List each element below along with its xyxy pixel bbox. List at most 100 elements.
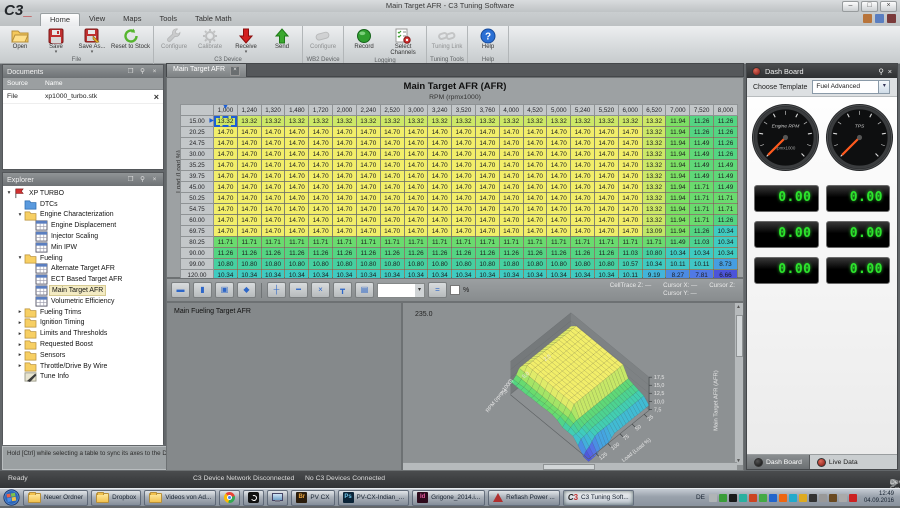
cell-8-14[interactable]: 14.70 <box>547 204 571 215</box>
cell-9-11[interactable]: 14.70 <box>475 215 499 226</box>
cell-8-9[interactable]: 14.70 <box>428 204 452 215</box>
cell-9-19[interactable]: 11.94 <box>666 215 690 226</box>
cell-11-21[interactable]: 10.34 <box>714 237 738 248</box>
cell-2-3[interactable]: 14.70 <box>285 138 309 149</box>
cell-8-11[interactable]: 14.70 <box>475 204 499 215</box>
cell-6-13[interactable]: 14.70 <box>523 182 547 193</box>
column-header-1-240[interactable]: 1,240 <box>237 105 261 116</box>
cell-7-3[interactable]: 14.70 <box>285 193 309 204</box>
record-button[interactable]: Record <box>346 27 382 57</box>
cell-13-10[interactable]: 10.80 <box>452 259 476 270</box>
cell-7-1[interactable]: 14.70 <box>237 193 261 204</box>
cell-1-17[interactable]: 14.70 <box>618 127 642 138</box>
cell-5-19[interactable]: 11.94 <box>666 171 690 182</box>
cell-4-8[interactable]: 14.70 <box>404 160 428 171</box>
cell-2-18[interactable]: 13.32 <box>642 138 666 149</box>
cell-8-16[interactable]: 14.70 <box>595 204 619 215</box>
cell-10-18[interactable]: 13.09 <box>642 226 666 237</box>
cell-13-20[interactable]: 10.11 <box>690 259 714 270</box>
cell-10-12[interactable]: 14.70 <box>499 226 523 237</box>
column-header-6-520[interactable]: 6,520 <box>642 105 666 116</box>
tray-icon-8[interactable] <box>779 494 787 502</box>
cell-6-20[interactable]: 11.71 <box>690 182 714 193</box>
cell-2-11[interactable]: 14.70 <box>475 138 499 149</box>
cell-4-3[interactable]: 14.70 <box>285 160 309 171</box>
cell-5-15[interactable]: 14.70 <box>571 171 595 182</box>
cell-1-19[interactable]: 11.94 <box>666 127 690 138</box>
tray-icon-5[interactable] <box>749 494 757 502</box>
cell-0-1[interactable]: 13.32 <box>237 116 261 127</box>
cell-7-0[interactable]: 14.70 <box>214 193 238 204</box>
tree-item-alternate-target-afr[interactable]: Alternate Target AFR <box>3 264 163 275</box>
cell-2-14[interactable]: 14.70 <box>547 138 571 149</box>
cell-7-4[interactable]: 14.70 <box>309 193 333 204</box>
cell-3-15[interactable]: 14.70 <box>571 149 595 160</box>
tray-icon-6[interactable] <box>759 494 767 502</box>
row-header-90-00[interactable]: 90.00 <box>181 248 214 259</box>
column-header-5-240[interactable]: 5,240 <box>571 105 595 116</box>
cell-5-21[interactable]: 11.49 <box>714 171 738 182</box>
cell-8-15[interactable]: 14.70 <box>571 204 595 215</box>
cell-5-12[interactable]: 14.70 <box>499 171 523 182</box>
cell-3-20[interactable]: 11.49 <box>690 149 714 160</box>
cell-11-1[interactable]: 11.71 <box>237 237 261 248</box>
cell-7-9[interactable]: 14.70 <box>428 193 452 204</box>
cell-13-17[interactable]: 10.57 <box>618 259 642 270</box>
cell-4-11[interactable]: 14.70 <box>475 160 499 171</box>
cell-0-10[interactable]: 13.32 <box>452 116 476 127</box>
cell-3-19[interactable]: 11.94 <box>666 149 690 160</box>
cell-12-7[interactable]: 11.26 <box>380 248 404 259</box>
cell-4-5[interactable]: 14.70 <box>333 160 357 171</box>
tree-item-injector-scaling[interactable]: Injector Scaling <box>3 231 163 242</box>
cell-0-0[interactable]: 13.32 <box>214 116 238 127</box>
cell-3-21[interactable]: 11.26 <box>714 149 738 160</box>
ribbon-tab-view[interactable]: View <box>80 13 114 26</box>
tree-item-min-ipw[interactable]: Min IPW <box>3 242 163 253</box>
tray-icon-3[interactable] <box>729 494 737 502</box>
row-header-30-00[interactable]: 30.00 <box>181 149 214 160</box>
tree-item-ect-based-target-afr[interactable]: ECT Based Target AFR <box>3 274 163 285</box>
cell-1-18[interactable]: 13.32 <box>642 127 666 138</box>
row-header-35-25[interactable]: 35.25 <box>181 160 214 171</box>
cell-2-7[interactable]: 14.70 <box>380 138 404 149</box>
column-header-4-520[interactable]: 4,520 <box>523 105 547 116</box>
cell-8-8[interactable]: 14.70 <box>404 204 428 215</box>
cell-0-15[interactable]: 13.32 <box>571 116 595 127</box>
cell-0-21[interactable]: 11.26 <box>714 116 738 127</box>
cell-6-6[interactable]: 14.70 <box>356 182 380 193</box>
tab-live-data[interactable]: Live Data <box>810 455 865 469</box>
cell-13-19[interactable]: 10.11 <box>666 259 690 270</box>
cell-4-17[interactable]: 14.70 <box>618 160 642 171</box>
corner-icon-2[interactable] <box>875 14 884 23</box>
toolbar-button-3[interactable]: ▣ <box>215 282 234 298</box>
cell-12-21[interactable]: 10.34 <box>714 248 738 259</box>
cell-6-3[interactable]: 14.70 <box>285 182 309 193</box>
tray-icon-10[interactable] <box>799 494 807 502</box>
cell-1-7[interactable]: 14.70 <box>380 127 404 138</box>
cell-6-8[interactable]: 14.70 <box>404 182 428 193</box>
cell-1-6[interactable]: 14.70 <box>356 127 380 138</box>
close-button[interactable]: × <box>880 1 897 12</box>
column-header-1-000[interactable]: 1,000▼ <box>214 105 238 116</box>
taskbar-item-dropbox[interactable]: Dropbox <box>91 490 141 506</box>
cell-11-17[interactable]: 11.71 <box>618 237 642 248</box>
cell-1-11[interactable]: 14.70 <box>475 127 499 138</box>
cell-13-4[interactable]: 10.80 <box>309 259 333 270</box>
expander-icon[interactable]: ▾ <box>5 190 13 196</box>
cell-1-16[interactable]: 14.70 <box>595 127 619 138</box>
cell-8-6[interactable]: 14.70 <box>356 204 380 215</box>
tree-item-engine-displacement[interactable]: Engine Displacement <box>3 220 163 231</box>
cell-8-7[interactable]: 14.70 <box>380 204 404 215</box>
cell-5-8[interactable]: 14.70 <box>404 171 428 182</box>
cell-10-0[interactable]: 14.70 <box>214 226 238 237</box>
cell-9-21[interactable]: 11.26 <box>714 215 738 226</box>
tray-icon-13[interactable] <box>829 494 837 502</box>
cell-9-9[interactable]: 14.70 <box>428 215 452 226</box>
cell-12-12[interactable]: 11.26 <box>499 248 523 259</box>
cell-4-15[interactable]: 14.70 <box>571 160 595 171</box>
cell-9-3[interactable]: 14.70 <box>285 215 309 226</box>
cell-7-13[interactable]: 14.70 <box>523 193 547 204</box>
cell-7-16[interactable]: 14.70 <box>595 193 619 204</box>
cell-13-11[interactable]: 10.80 <box>475 259 499 270</box>
cell-11-12[interactable]: 11.71 <box>499 237 523 248</box>
